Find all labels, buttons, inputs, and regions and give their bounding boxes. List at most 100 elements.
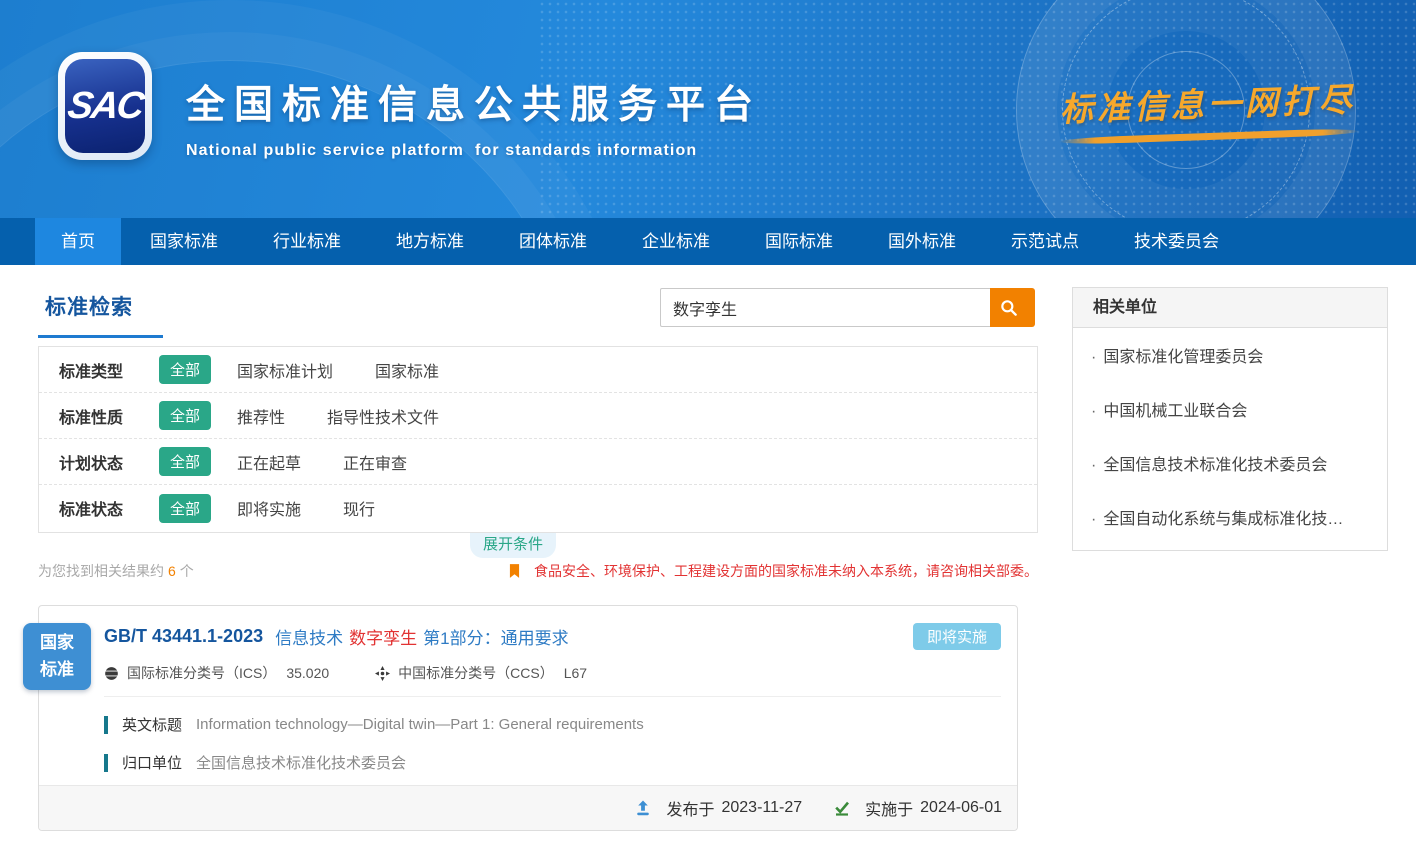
search-bar — [660, 288, 1035, 327]
section-title-underline — [38, 335, 163, 338]
nav-item-home[interactable]: 首页 — [35, 218, 121, 265]
standard-title-part2[interactable]: 第1部分：通用要求 — [423, 624, 568, 649]
results-summary-prefix: 为您找到相关结果约 — [38, 563, 164, 579]
badge-line1: 国家 — [23, 630, 91, 656]
main-nav: 首页 国家标准 行业标准 地方标准 团体标准 企业标准 国际标准 国外标准 示范… — [0, 218, 1416, 265]
standard-title-highlight[interactable]: 数字孪生 — [349, 624, 417, 649]
nav-item-pilot[interactable]: 示范试点 — [985, 218, 1105, 265]
section-title: 标准检索 — [38, 291, 163, 335]
result-card-footer: 发布于 2023-11-27 实施于 2024-06-01 — [39, 785, 1017, 830]
ccs-label: 中国标准分类号（CCS） — [398, 663, 554, 683]
nav-item-enterprise-standards[interactable]: 企业标准 — [616, 218, 736, 265]
check-icon — [834, 800, 850, 816]
site-subtitle: National public service platform for sta… — [186, 142, 762, 160]
result-title-row: GB/T 43441.1-2023 信息技术 数字孪生 第1部分：通用要求 即将… — [39, 606, 1017, 650]
main-nav-list: 首页 国家标准 行业标准 地方标准 团体标准 企业标准 国际标准 国外标准 示范… — [0, 218, 1416, 265]
published-date: 2023-11-27 — [721, 799, 802, 817]
filter-label: 标准类型 — [59, 358, 159, 382]
sac-logo[interactable]: SAC — [58, 52, 152, 160]
english-title-row: 英文标题 Information technology—Digital twin… — [104, 714, 1001, 735]
filter-row-standard-nature: 标准性质 全部 推荐性 指导性技术文件 — [39, 393, 1037, 439]
nav-item-national-standards[interactable]: 国家标准 — [124, 218, 244, 265]
page: SAC 全国标准信息公共服务平台 National public service… — [0, 0, 1416, 845]
results-summary-suffix: 个 — [180, 563, 194, 579]
national-standard-badge[interactable]: 国家 标准 — [23, 623, 91, 690]
filter-box: 标准类型 全部 国家标准计划 国家标准 标准性质 全部 推荐性 指导性技术文件 … — [38, 346, 1038, 533]
nav-item-foreign-standards[interactable]: 国外标准 — [862, 218, 982, 265]
ccs-value: L67 — [564, 665, 587, 681]
filter-all-button[interactable]: 全部 — [159, 355, 211, 384]
system-notice: 食品安全、环境保护、工程建设方面的国家标准未纳入本系统，请咨询相关部委。 — [509, 561, 1038, 581]
related-units-title: 相关单位 — [1073, 288, 1387, 328]
related-unit-item[interactable]: 全国自动化系统与集成标准化技… — [1073, 490, 1387, 544]
expand-conditions-button[interactable]: 展开条件 — [470, 533, 556, 558]
result-meta-row: 国际标准分类号（ICS） 35.020 中国标准分类号（CCS） L67 — [104, 663, 1001, 697]
standard-code-link[interactable]: GB/T 43441.1-2023 — [104, 626, 263, 647]
related-unit-item[interactable]: 国家标准化管理委员会 — [1073, 328, 1387, 382]
filter-label: 标准状态 — [59, 496, 159, 520]
filter-option[interactable]: 国家标准计划 — [237, 358, 333, 382]
filter-option[interactable]: 正在起草 — [237, 450, 301, 474]
filter-option[interactable]: 推荐性 — [237, 404, 285, 428]
filter-option[interactable]: 正在审查 — [343, 450, 407, 474]
related-units-panel: 相关单位 国家标准化管理委员会 中国机械工业联合会 全国信息技术标准化技术委员会… — [1072, 287, 1388, 551]
results-summary-row: 为您找到相关结果约6个 食品安全、环境保护、工程建设方面的国家标准未纳入本系统，… — [38, 561, 1038, 581]
site-header: SAC 全国标准信息公共服务平台 National public service… — [0, 0, 1416, 218]
system-notice-text: 食品安全、环境保护、工程建设方面的国家标准未纳入本系统，请咨询相关部委。 — [534, 561, 1038, 581]
filter-option[interactable]: 现行 — [343, 496, 375, 520]
compass-icon — [375, 666, 390, 681]
filter-label: 计划状态 — [59, 450, 159, 474]
related-unit-item[interactable]: 全国信息技术标准化技术委员会 — [1073, 436, 1387, 490]
nav-item-international-standards[interactable]: 国际标准 — [739, 218, 859, 265]
ics-label: 国际标准分类号（ICS） — [127, 663, 276, 683]
filter-option[interactable]: 指导性技术文件 — [327, 404, 439, 428]
filter-label: 标准性质 — [59, 404, 159, 428]
bookmark-icon — [509, 564, 520, 579]
sac-logo-inner: SAC — [65, 59, 145, 153]
related-units-list: 国家标准化管理委员会 中国机械工业联合会 全国信息技术标准化技术委员会 全国自动… — [1073, 328, 1387, 544]
header-slogan-text: 标准信息一网打尽 — [1057, 73, 1358, 131]
header-title-block: 全国标准信息公共服务平台 National public service pla… — [186, 74, 762, 160]
nav-item-technical-committee[interactable]: 技术委员会 — [1108, 218, 1245, 265]
standard-title-part1[interactable]: 信息技术 — [275, 624, 343, 649]
english-title-label: 英文标题 — [122, 714, 182, 735]
globe-icon — [104, 666, 119, 681]
results-count: 6 — [168, 563, 176, 579]
results-summary: 为您找到相关结果约6个 — [38, 561, 194, 581]
filter-row-plan-status: 计划状态 全部 正在起草 正在审查 — [39, 439, 1037, 485]
search-section-header: 标准检索 — [38, 291, 163, 338]
published-date-item: 发布于 2023-11-27 — [635, 796, 802, 820]
sac-logo-text: SAC — [65, 85, 145, 128]
filter-option[interactable]: 国家标准 — [375, 358, 439, 382]
header-slogan: 标准信息一网打尽 — [1057, 73, 1359, 145]
filter-all-button[interactable]: 全部 — [159, 447, 211, 476]
ics-value: 35.020 — [286, 665, 329, 681]
filter-option[interactable]: 即将实施 — [237, 496, 301, 520]
status-badge: 即将实施 — [913, 623, 1001, 650]
result-card: 国家 标准 GB/T 43441.1-2023 信息技术 数字孪生 第1部分：通… — [38, 605, 1018, 831]
detail-accent-bar — [104, 754, 108, 772]
filter-all-button[interactable]: 全部 — [159, 494, 211, 523]
site-title: 全国标准信息公共服务平台 — [186, 74, 762, 130]
english-title-value: Information technology—Digital twin—Part… — [196, 716, 644, 733]
related-unit-item[interactable]: 中国机械工业联合会 — [1073, 382, 1387, 436]
committee-label: 归口单位 — [122, 752, 182, 773]
implemented-label: 实施于 — [865, 796, 913, 820]
implemented-date-item: 实施于 2024-06-01 — [834, 796, 1002, 820]
search-input[interactable] — [660, 288, 990, 327]
detail-accent-bar — [104, 716, 108, 734]
nav-item-local-standards[interactable]: 地方标准 — [370, 218, 490, 265]
upload-icon — [635, 800, 651, 816]
filter-all-button[interactable]: 全部 — [159, 401, 211, 430]
published-label: 发布于 — [666, 796, 714, 820]
search-icon — [999, 298, 1019, 318]
implemented-date: 2024-06-01 — [920, 799, 1002, 817]
badge-line2: 标准 — [23, 657, 91, 683]
search-button[interactable] — [990, 288, 1035, 327]
filter-row-standard-status: 标准状态 全部 即将实施 现行 — [39, 485, 1037, 531]
nav-item-group-standards[interactable]: 团体标准 — [493, 218, 613, 265]
filter-row-standard-type: 标准类型 全部 国家标准计划 国家标准 — [39, 347, 1037, 393]
committee-value: 全国信息技术标准化技术委员会 — [196, 752, 406, 773]
nav-item-industry-standards[interactable]: 行业标准 — [247, 218, 367, 265]
committee-row: 归口单位 全国信息技术标准化技术委员会 — [104, 752, 1001, 773]
